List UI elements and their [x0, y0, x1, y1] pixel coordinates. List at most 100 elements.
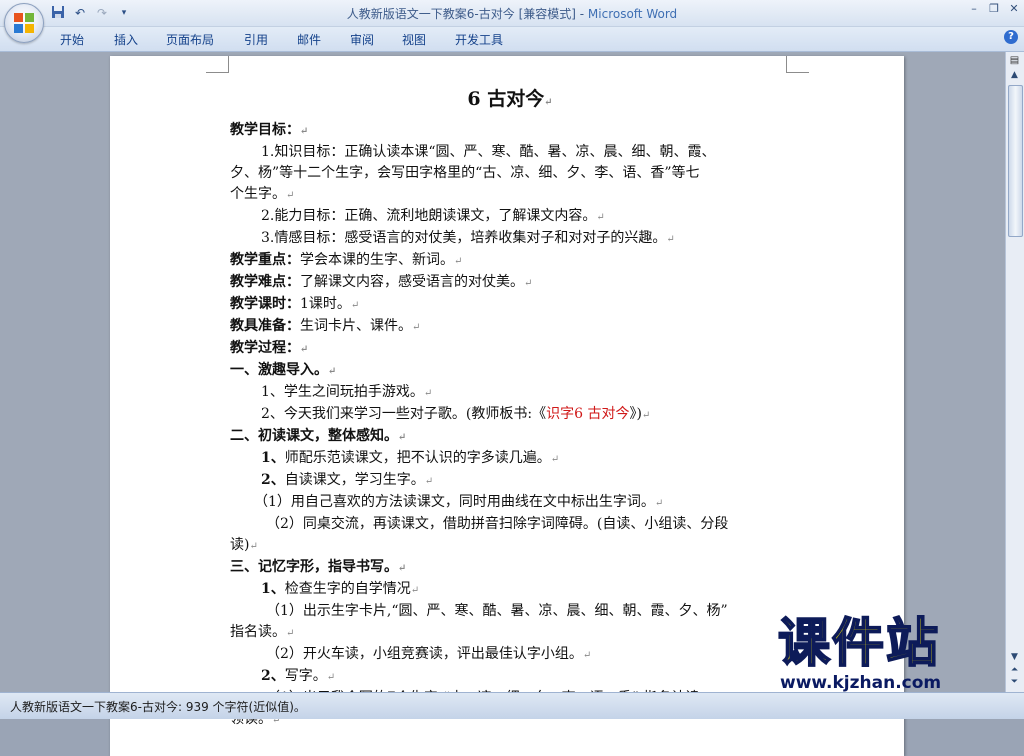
- document-line: 指名读。↵: [230, 622, 790, 644]
- line-text: 1课时。: [300, 296, 351, 312]
- document-line: 三、记忆字形，指导书写。↵: [230, 557, 790, 579]
- paragraph-mark-icon: ↵: [544, 97, 553, 108]
- paragraph-mark-icon: ↵: [286, 628, 295, 639]
- line-text: 2、今天我们来学习一些对子歌。(教师板书:《: [261, 406, 547, 422]
- paragraph-mark-icon: ↵: [286, 190, 295, 201]
- paragraph-mark-icon: ↵: [550, 454, 560, 465]
- scrollbar-thumb[interactable]: [1008, 85, 1023, 237]
- tab-mailings[interactable]: 邮件: [297, 31, 321, 48]
- line-text: 一、激趣导入。: [230, 362, 328, 378]
- paragraph-mark-icon: ↵: [654, 498, 664, 509]
- paragraph-mark-icon: ↵: [454, 256, 463, 267]
- document-line: （2）同桌交流，再读课文，借助拼音扫除字词障碍。(自读、小组读、分段: [230, 514, 790, 535]
- status-bar: 人教新版语文一下教案6-古对今: 939 个字符(近似值)。: [0, 692, 1024, 719]
- line-text: 读): [230, 537, 250, 553]
- line-text: 1.知识目标：正确认读本课“圆、严、寒、酷、暑、凉、晨、细、朝、霞、: [261, 144, 716, 160]
- title-bar: ↶ ↷ ▾ 人教新版语文一下教案6-古对今 [兼容模式] - Microsoft…: [0, 0, 1024, 27]
- line-text: 生词卡片、课件。: [300, 318, 412, 334]
- line-text: 三、记忆字形，指导书写。: [230, 559, 398, 575]
- office-logo-icon: [14, 13, 34, 33]
- line-text: 个生字。: [230, 186, 286, 202]
- paragraph-mark-icon: ↵: [350, 300, 360, 311]
- tab-review[interactable]: 审阅: [350, 31, 374, 48]
- line-number: 1、: [261, 581, 285, 597]
- line-text-after: 》): [629, 406, 642, 422]
- document-line: （2）开火车读，小组竞赛读，评出最佳认字小组。↵: [230, 644, 790, 666]
- tab-insert[interactable]: 插入: [114, 31, 138, 48]
- line-text: （2）同桌交流，再读课文，借助拼音扫除字词障碍。(自读、小组读、分段: [266, 516, 729, 532]
- paragraph-mark-icon: ↵: [398, 563, 407, 574]
- document-line: 3.情感目标：感受语言的对仗美，培养收集对子和对对子的兴趣。↵: [230, 228, 790, 250]
- document-line: 1、师配乐范读课文，把不认识的字多读几遍。↵: [230, 448, 790, 470]
- document-line: 夕、杨”等十二个生字，会写田字格里的“古、凉、细、夕、李、语、香”等七: [230, 163, 790, 184]
- paragraph-mark-icon: ↵: [300, 126, 309, 137]
- paragraph-mark-icon: ↵: [398, 432, 407, 443]
- crop-mark-left: [206, 56, 229, 73]
- line-number: 1、: [261, 450, 285, 466]
- document-line: 读)↵: [230, 535, 790, 557]
- minimize-icon[interactable]: –: [968, 2, 980, 15]
- highlighted-text: 识字6 古对今: [546, 406, 630, 422]
- paragraph-mark-icon: ↵: [424, 476, 434, 487]
- document-workspace: 6 古对今↵ 教学目标：↵ 1.知识目标：正确认读本课“圆、严、寒、酷、暑、凉、晨…: [0, 52, 1006, 756]
- line-text: 二、初读课文，整体感知。: [230, 428, 398, 444]
- paragraph-mark-icon: ↵: [326, 672, 336, 683]
- document-line: 2.能力目标：正确、流利地朗读课文，了解课文内容。↵: [230, 206, 790, 228]
- tab-page-layout[interactable]: 页面布局: [166, 31, 214, 48]
- document-line: 教学难点：了解课文内容，感受语言的对仗美。↵: [230, 272, 790, 294]
- line-text: 写字。: [284, 668, 327, 684]
- paragraph-mark-icon: ↵: [300, 344, 309, 355]
- document-line: 2、自读课文，学习生字。↵: [230, 470, 790, 492]
- tab-home[interactable]: 开始: [60, 31, 84, 48]
- line-text: 1、学生之间玩拍手游戏。: [261, 384, 424, 400]
- document-line: 教学目标：↵: [230, 120, 790, 142]
- line-text: 教学过程：: [230, 340, 300, 356]
- restore-icon[interactable]: ❐: [988, 2, 1000, 15]
- line-text: （1）出示生字卡片,“圆、严、寒、酷、暑、凉、晨、细、朝、霞、夕、杨”: [266, 603, 728, 619]
- paragraph-mark-icon: ↵: [596, 212, 605, 223]
- line-text: 夕、杨”等十二个生字，会写田字格里的“古、凉、细、夕、李、语、香”等七: [230, 165, 700, 181]
- paragraph-mark-icon: ↵: [410, 585, 420, 596]
- tab-developer[interactable]: 开发工具: [455, 31, 503, 48]
- paragraph-mark-icon: ↵: [423, 388, 433, 399]
- document-line: （1）用自己喜欢的方法读课文，同时用曲线在文中标出生字词。↵: [230, 492, 790, 514]
- help-icon[interactable]: ?: [1004, 30, 1018, 44]
- line-text: 了解课文内容，感受语言的对仗美。: [300, 274, 524, 290]
- line-text: 师配乐范读课文，把不认识的字多读几遍。: [284, 450, 551, 466]
- paragraph-mark-icon: ↵: [328, 366, 337, 377]
- paragraph-mark-icon: ↵: [249, 541, 258, 552]
- document-line: 教学过程：↵: [230, 338, 790, 360]
- paragraph-mark-icon: ↵: [641, 410, 651, 421]
- crop-mark-right: [786, 56, 809, 73]
- watermark-logo: 课件站 www.kjzhan.com: [772, 614, 1012, 695]
- document-line: 1、检查生字的自学情况↵: [230, 579, 790, 601]
- line-label: 教学难点：: [230, 274, 300, 290]
- line-text: 自读课文，学习生字。: [284, 472, 425, 488]
- line-text: 2.能力目标：正确、流利地朗读课文，了解课文内容。: [261, 208, 597, 224]
- status-text: 人教新版语文一下教案6-古对今: 939 个字符(近似值)。: [10, 700, 306, 714]
- document-name: 人教新版语文一下教案6-古对今 [兼容模式] -: [346, 7, 588, 21]
- document-body[interactable]: 6 古对今↵ 教学目标：↵ 1.知识目标：正确认读本课“圆、严、寒、酷、暑、凉、晨…: [230, 86, 790, 731]
- watermark-title: 课件站: [777, 614, 941, 674]
- document-line: 个生字。↵: [230, 184, 790, 206]
- document-line: 1.知识目标：正确认读本课“圆、严、寒、酷、暑、凉、晨、细、朝、霞、: [230, 142, 790, 163]
- tab-references[interactable]: 引用: [244, 31, 268, 48]
- document-title: 6 古对今↵: [467, 88, 553, 110]
- document-line: 2、今天我们来学习一些对子歌。(教师板书:《识字6 古对今》)↵: [230, 404, 790, 426]
- window-controls: – ❐ ✕: [968, 2, 1020, 15]
- document-line: 二、初读课文，整体感知。↵: [230, 426, 790, 448]
- document-lines: 教学目标：↵ 1.知识目标：正确认读本课“圆、严、寒、酷、暑、凉、晨、细、朝、霞、…: [230, 120, 790, 731]
- ruler-toggle-icon[interactable]: ▤: [1008, 55, 1021, 67]
- line-text: 教学目标：: [230, 122, 300, 138]
- vertical-scrollbar[interactable]: ▤ ▲ ▼ ⏶ ⏷: [1005, 52, 1024, 692]
- line-number: 2、: [261, 668, 285, 684]
- office-button[interactable]: [4, 3, 44, 43]
- window-title: 人教新版语文一下教案6-古对今 [兼容模式] - Microsoft Word: [0, 5, 1024, 22]
- paragraph-mark-icon: ↵: [666, 234, 675, 245]
- document-line: 1、学生之间玩拍手游戏。↵: [230, 382, 790, 404]
- paragraph-mark-icon: ↵: [582, 650, 592, 661]
- ribbon-tabs: 开始 插入 页面布局 引用 邮件 审阅 视图 开发工具 ?: [0, 27, 1024, 52]
- tab-view[interactable]: 视图: [402, 31, 426, 48]
- scroll-up-icon[interactable]: ▲: [1008, 70, 1021, 83]
- close-icon[interactable]: ✕: [1008, 2, 1020, 15]
